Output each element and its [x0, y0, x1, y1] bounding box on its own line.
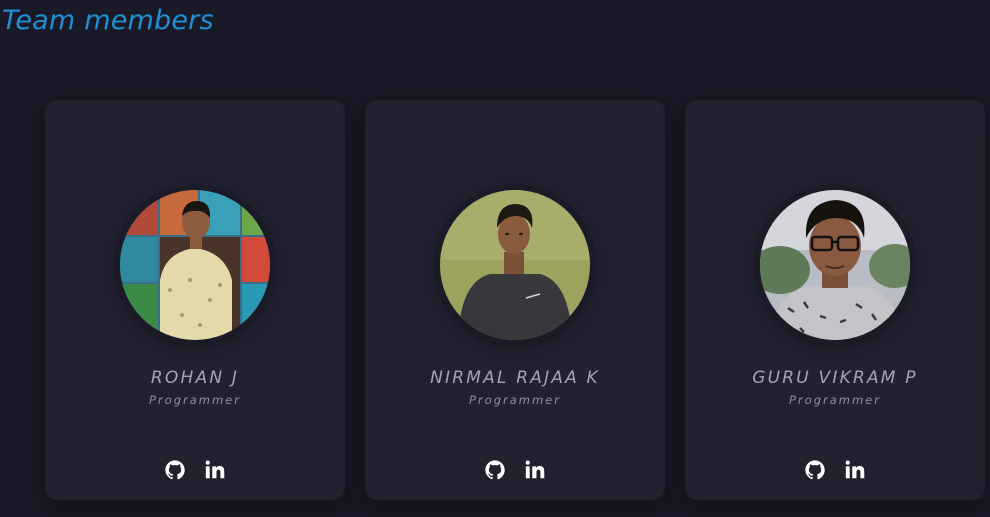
section-title: Team members: [2, 5, 214, 36]
social-links: [45, 459, 345, 481]
avatar: [120, 190, 270, 340]
linkedin-icon: [845, 460, 865, 479]
avatar: [440, 190, 590, 340]
github-icon: [805, 460, 825, 480]
avatar: [760, 190, 910, 340]
member-role: Programmer: [469, 393, 561, 407]
github-icon: [165, 460, 185, 480]
member-name: GURU VIKRAM P: [752, 368, 918, 388]
linkedin-link[interactable]: [524, 459, 546, 481]
member-name: ROHAN J: [150, 368, 240, 388]
avatar-photo: [120, 190, 270, 340]
social-links: [365, 459, 665, 481]
team-page: Team members ROHAN J Programmer NIRMAL R…: [0, 0, 990, 517]
social-links: [685, 459, 985, 481]
linkedin-link[interactable]: [844, 459, 866, 481]
github-icon: [485, 460, 505, 480]
member-name: NIRMAL RAJAA K: [430, 368, 600, 388]
avatar-photo: [440, 190, 590, 340]
github-link[interactable]: [804, 459, 826, 481]
member-card: NIRMAL RAJAA K Programmer: [365, 100, 665, 500]
github-link[interactable]: [164, 459, 186, 481]
member-role: Programmer: [149, 393, 241, 407]
member-card: GURU VIKRAM P Programmer: [685, 100, 985, 500]
member-role: Programmer: [789, 393, 881, 407]
avatar-photo: [760, 190, 910, 340]
linkedin-link[interactable]: [204, 459, 226, 481]
github-link[interactable]: [484, 459, 506, 481]
member-card: ROHAN J Programmer: [45, 100, 345, 500]
linkedin-icon: [205, 460, 225, 479]
linkedin-icon: [525, 460, 545, 479]
